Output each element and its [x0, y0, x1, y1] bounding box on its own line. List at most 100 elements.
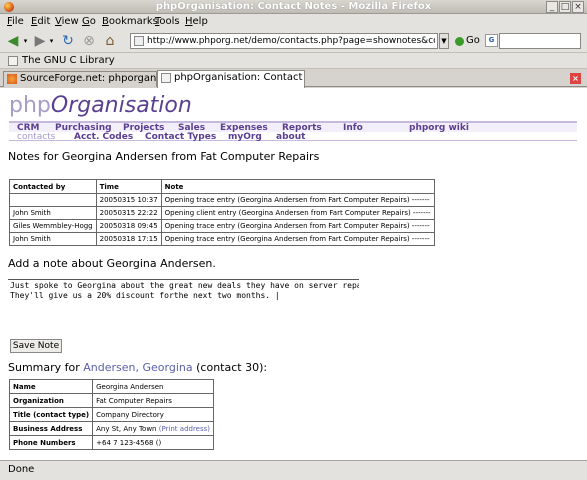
bookmark-gnu-c-library[interactable]: The GNU C Library	[22, 54, 115, 68]
close-window-icon[interactable]: ×	[572, 1, 584, 13]
summary-row: Business Address Any St, Any Town (Print…	[8, 421, 215, 436]
app-menu-contact-types[interactable]: Contact Types	[145, 132, 216, 142]
summary-value: Georgina Andersen	[92, 379, 215, 394]
table-header-row: Contacted by Time Note	[9, 179, 435, 194]
back-dropdown-icon[interactable]: ▾	[21, 32, 30, 50]
forward-dropdown-icon[interactable]: ▾	[47, 32, 56, 50]
cell-time: 20050318 09:45	[95, 219, 162, 233]
app-menu-acct-codes[interactable]: Acct. Codes	[74, 132, 133, 142]
cell-note: Opening trace entry (Georgina Andersen f…	[160, 232, 435, 246]
cell-contacted-by: Giles Wemmbley-Hogg	[9, 219, 97, 233]
navigation-toolbar: ◀ ▾ ▶ ▾ ↻ ⊗ ⌂ http://www.phporg.net/demo…	[0, 29, 587, 53]
save-note-button[interactable]: Save Note	[10, 339, 62, 353]
tab-contact-notes[interactable]: phpOrganisation: Contact ...	[157, 70, 305, 88]
close-tab-icon[interactable]: ×	[570, 73, 581, 84]
back-icon[interactable]: ◀	[6, 32, 20, 50]
search-engine-icon[interactable]: G	[485, 34, 498, 47]
page-favicon	[161, 73, 171, 83]
tab-bar: SourceForge.net: phporganisatio... phpOr…	[0, 69, 587, 88]
search-input[interactable]	[499, 33, 581, 49]
summary-heading: Summary for Andersen, Georgina (contact …	[8, 361, 267, 375]
app-menu-phporg-wiki[interactable]: phporg wiki	[409, 123, 469, 133]
summary-row: Name Georgina Andersen	[8, 379, 215, 394]
summary-row: Title (contact type) Company Directory	[8, 407, 215, 422]
url-bar[interactable]: http://www.phporg.net/demo/contacts.php?…	[130, 33, 438, 49]
forward-icon[interactable]: ▶	[33, 32, 47, 50]
summary-value: Company Directory	[92, 407, 215, 422]
app-menu-contacts[interactable]: contacts	[17, 132, 55, 142]
menu-view[interactable]: View	[55, 15, 79, 28]
maximize-icon[interactable]: □	[559, 1, 571, 13]
table-row: John Smith 20050315 22:22 Opening client…	[9, 206, 435, 220]
summary-row: Phone Numbers +64 7 123-4568 ()	[8, 435, 215, 450]
app-menu: CRM Purchasing Projects Sales Expenses R…	[9, 121, 577, 142]
menubar: File Edit View Go Bookmarks Tools Help	[0, 14, 587, 29]
summary-table: Name Georgina Andersen Organization Fat …	[8, 379, 215, 450]
menu-edit[interactable]: Edit	[31, 15, 50, 28]
url-dropdown-icon[interactable]: ▼	[439, 33, 449, 49]
go-button[interactable]: Go	[466, 34, 480, 48]
menu-help[interactable]: Help	[185, 15, 208, 28]
sourceforge-favicon	[7, 74, 17, 84]
summary-value: Fat Computer Repairs	[92, 393, 215, 408]
tab-label: phpOrganisation: Contact ...	[174, 72, 305, 83]
app-logo[interactable]: phpOrganisation	[9, 92, 192, 120]
note-textarea[interactable]: Just spoke to Georgina about the great n…	[8, 279, 359, 337]
window-titlebar: phpOrganisation: Contact Notes - Mozilla…	[0, 0, 587, 14]
column-header: Contacted by	[9, 179, 97, 194]
summary-label: Phone Numbers	[8, 435, 94, 450]
app-menu-about[interactable]: about	[276, 132, 305, 142]
summary-label: Organization	[8, 393, 94, 408]
table-row: 20050315 10:37 Opening trace entry (Geor…	[9, 193, 435, 207]
print-address-link[interactable]: (Print address)	[159, 425, 210, 433]
tab-sourceforge[interactable]: SourceForge.net: phporganisatio...	[3, 71, 157, 87]
bookmarks-toolbar: The GNU C Library	[0, 53, 587, 69]
cell-contacted-by	[9, 193, 97, 207]
summary-label: Name	[8, 379, 94, 394]
menu-tools[interactable]: Tools	[155, 15, 180, 28]
summary-prefix: Summary for	[8, 361, 84, 374]
summary-value-address: Any St, Any Town (Print address)	[92, 421, 215, 436]
page-heading: Notes for Georgina Andersen from Fat Com…	[8, 150, 320, 163]
menu-go[interactable]: Go	[82, 15, 96, 28]
cell-time: 20050315 22:22	[95, 206, 162, 220]
menu-bookmarks[interactable]: Bookmarks	[102, 15, 158, 28]
bookmark-page-icon	[8, 56, 18, 66]
cell-note: Opening client entry (Georgina Andersen …	[160, 206, 435, 220]
app-menu-myorg[interactable]: myOrg	[228, 132, 262, 142]
menu-file[interactable]: File	[7, 15, 24, 28]
summary-label: Business Address	[8, 421, 94, 436]
contact-name-link[interactable]: Andersen, Georgina	[83, 361, 192, 374]
cell-note: Opening trace entry (Georgina Andersen f…	[160, 219, 435, 233]
summary-row: Organization Fat Computer Repairs	[8, 393, 215, 408]
cell-time: 20050318 17:15	[95, 232, 162, 246]
summary-suffix: (contact 30):	[192, 361, 268, 374]
cell-contacted-by: John Smith	[9, 232, 97, 246]
go-icon[interactable]	[455, 37, 464, 46]
table-row: Giles Wemmbley-Hogg 20050318 09:45 Openi…	[9, 219, 435, 233]
column-header: Time	[95, 179, 162, 194]
table-row: John Smith 20050318 17:15 Opening trace …	[9, 232, 435, 246]
home-icon[interactable]: ⌂	[102, 32, 118, 50]
page-content: phpOrganisation CRM Purchasing Projects …	[0, 88, 587, 460]
logo-organisation: Organisation	[50, 93, 192, 118]
cell-note: Opening trace entry (Georgina Andersen f…	[160, 193, 435, 207]
notes-table: Contacted by Time Note 20050315 10:37 Op…	[9, 179, 435, 246]
page-favicon	[134, 36, 144, 46]
logo-php: php	[9, 93, 51, 118]
add-note-heading: Add a note about Georgina Andersen.	[8, 257, 216, 270]
url-text: http://www.phporg.net/demo/contacts.php?…	[147, 36, 435, 46]
status-text: Done	[8, 464, 35, 475]
tab-label: SourceForge.net: phporganisatio...	[20, 73, 157, 84]
column-header: Note	[160, 179, 435, 194]
address-text: Any St, Any Town	[96, 424, 157, 433]
cell-contacted-by: John Smith	[9, 206, 97, 220]
summary-label: Title (contact type)	[8, 407, 94, 422]
minimize-icon[interactable]: _	[546, 1, 558, 13]
summary-value: +64 7 123-4568 ()	[92, 435, 215, 450]
stop-icon[interactable]: ⊗	[81, 32, 97, 50]
status-bar: Done	[0, 460, 587, 480]
reload-icon[interactable]: ↻	[60, 32, 76, 50]
window-title: phpOrganisation: Contact Notes - Mozilla…	[155, 1, 432, 12]
app-menu-info[interactable]: Info	[343, 123, 363, 133]
